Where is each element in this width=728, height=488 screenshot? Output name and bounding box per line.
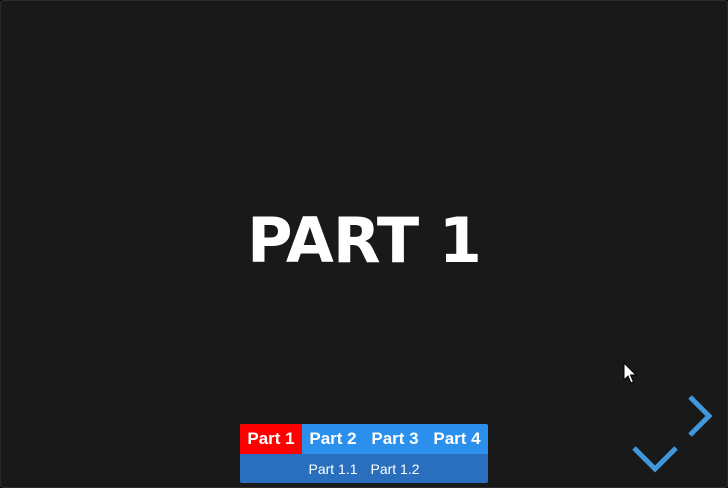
subtab-part-1-1[interactable]: Part 1.1 xyxy=(302,454,364,483)
tab-part-2[interactable]: Part 2 xyxy=(302,424,364,454)
tab-part-1[interactable]: Part 1 xyxy=(240,424,302,454)
subsection-tabs: Part 1.1 Part 1.2 xyxy=(240,454,488,483)
chevron-right-icon xyxy=(688,395,713,437)
subtab-part-1-2[interactable]: Part 1.2 xyxy=(364,454,426,483)
section-menu: Part 1 Part 2 Part 3 Part 4 Part 1.1 Par… xyxy=(240,424,488,483)
down-slide-button[interactable] xyxy=(631,444,679,478)
slide-title: PART 1 xyxy=(247,204,482,277)
section-tabs: Part 1 Part 2 Part 3 Part 4 xyxy=(240,424,488,454)
next-slide-button[interactable] xyxy=(685,393,715,443)
presentation-slide: PART 1 Part 1 Part 2 Part 3 Part 4 Part … xyxy=(0,0,728,488)
chevron-down-icon xyxy=(632,446,678,473)
tab-part-4[interactable]: Part 4 xyxy=(426,424,488,454)
mouse-cursor-icon xyxy=(623,361,639,390)
tab-part-3[interactable]: Part 3 xyxy=(364,424,426,454)
